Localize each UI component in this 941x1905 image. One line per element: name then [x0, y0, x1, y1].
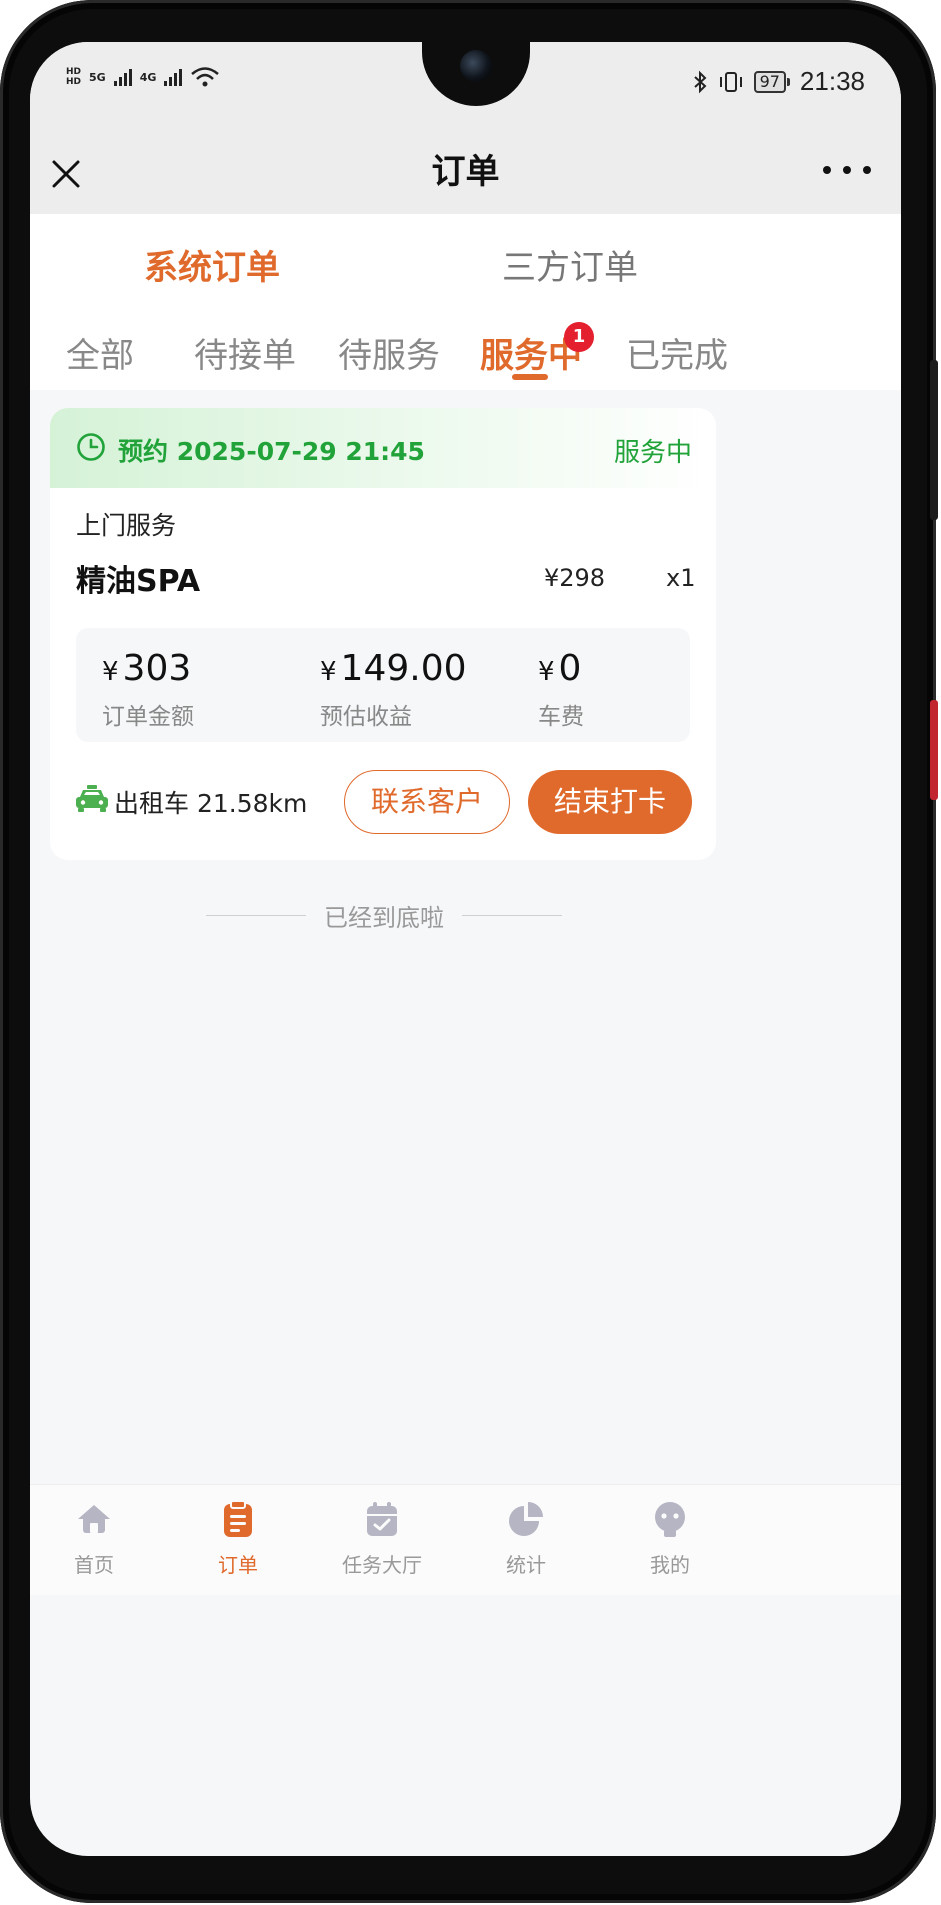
- phone-device: HD HD 5G 4G 97 21:38 订单 系统订单 三方订单 全部 待接单…: [0, 0, 941, 1905]
- phone-screen: HD HD 5G 4G 97 21:38 订单 系统订单 三方订单 全部 待接单…: [30, 42, 901, 1856]
- nav-item-home[interactable]: 首页: [34, 1499, 154, 1578]
- pie-chart-icon: [509, 1502, 543, 1536]
- clock-icon: [77, 433, 105, 461]
- estimated-earnings-value: 149.00: [340, 648, 467, 689]
- home-icon: [78, 1505, 110, 1533]
- order-amount-label: 订单金额: [102, 704, 194, 730]
- appointment-label: 预约: [118, 437, 169, 466]
- travel-distance: 21.58km: [196, 789, 308, 818]
- dot-icon: [823, 166, 831, 174]
- camera-icon: [460, 50, 492, 82]
- clipboard-icon: [224, 1500, 252, 1537]
- nav-item-statistics[interactable]: 统计: [466, 1499, 586, 1578]
- stat-estimated-earnings: ¥149.00 预估收益: [320, 648, 467, 731]
- tab-third-party-orders[interactable]: 三方订单: [502, 240, 638, 289]
- order-card[interactable]: 预约 2025-07-29 21:45 服务中 上门服务 精油SPA ¥298 …: [50, 408, 716, 860]
- tab-all[interactable]: 全部: [66, 328, 134, 377]
- travel-fee-label: 车费: [538, 704, 584, 730]
- order-stats: ¥303 订单金额 ¥149.00 预估收益 ¥0 车费: [76, 628, 690, 742]
- transport-type: 出租车: [114, 789, 190, 818]
- appointment-datetime: 2025-07-29 21:45: [176, 437, 425, 466]
- more-menu-button[interactable]: [823, 166, 871, 178]
- status-time: 21:38: [799, 66, 865, 96]
- divider: [462, 915, 562, 916]
- order-status-tabs: 全部 待接单 待服务 服务中 1 已完成: [30, 304, 901, 390]
- stat-travel-fee: ¥0 车费: [538, 648, 584, 731]
- tab-completed[interactable]: 已完成: [626, 328, 728, 377]
- list-end-text: 已经到底啦: [324, 904, 444, 932]
- nav-label: 任务大厅: [342, 1553, 422, 1577]
- appointment-time: 预约 2025-07-29 21:45: [118, 432, 425, 468]
- profile-icon: [655, 1502, 685, 1537]
- dot-icon: [843, 166, 851, 174]
- calendar-check-icon: [367, 1502, 397, 1536]
- battery-level: 97: [753, 70, 786, 93]
- dot-icon: [863, 166, 871, 174]
- list-end-indicator: 已经到底啦: [206, 898, 562, 933]
- taxi-icon: [76, 785, 108, 812]
- stat-order-amount: ¥303 订单金额: [102, 648, 194, 731]
- tab-pending-service[interactable]: 待服务: [338, 328, 440, 377]
- contact-customer-button[interactable]: 联系客户: [344, 770, 510, 834]
- nav-label: 订单: [218, 1553, 258, 1577]
- order-card-header: 预约 2025-07-29 21:45 服务中: [50, 408, 716, 488]
- network-4g-label: 4G: [139, 70, 157, 84]
- tab-system-orders[interactable]: 系统订单: [144, 240, 280, 289]
- tab-pending-accept[interactable]: 待接单: [194, 328, 296, 377]
- nav-label: 我的: [650, 1553, 690, 1577]
- title-bar: 订单: [30, 122, 901, 214]
- power-button: [930, 360, 938, 520]
- divider: [206, 915, 306, 916]
- nav-item-me[interactable]: 我的: [610, 1499, 730, 1578]
- battery-icon: 97: [753, 70, 790, 93]
- network-5g-label: 5G: [89, 70, 106, 84]
- order-amount-value: 303: [122, 648, 192, 689]
- wifi-icon: [191, 67, 220, 87]
- bottom-navigation: 首页 订单 任务大厅 统计 我的: [30, 1484, 901, 1595]
- estimated-earnings-label: 预估收益: [320, 704, 412, 730]
- order-status: 服务中: [613, 438, 692, 468]
- signal-icon: [113, 68, 132, 86]
- nav-label: 统计: [506, 1553, 546, 1577]
- nav-item-task-hall[interactable]: 任务大厅: [322, 1499, 442, 1578]
- currency-symbol: ¥: [538, 657, 555, 687]
- nav-label: 首页: [74, 1553, 114, 1577]
- transport-info: 出租车 21.58km: [114, 784, 307, 820]
- hd-icon: HD HD: [66, 67, 82, 87]
- active-tab-indicator: [512, 374, 548, 380]
- travel-fee-value: 0: [558, 648, 582, 689]
- service-type: 上门服务: [76, 511, 177, 540]
- service-price: ¥298: [544, 564, 606, 592]
- bluetooth-icon: [693, 70, 707, 93]
- nav-item-orders[interactable]: 订单: [178, 1499, 298, 1578]
- currency-symbol: ¥: [320, 657, 337, 687]
- in-service-count-badge: 1: [564, 322, 594, 352]
- vibrate-icon: [719, 71, 742, 92]
- service-quantity: x1: [666, 564, 696, 592]
- service-name: 精油SPA: [76, 564, 201, 599]
- end-checkin-button[interactable]: 结束打卡: [528, 770, 692, 834]
- status-left: HD HD 5G 4G: [66, 66, 220, 88]
- status-right: 97 21:38: [692, 66, 865, 97]
- order-source-tabs: 系统订单 三方订单: [30, 214, 901, 304]
- volume-button: [930, 700, 938, 800]
- signal-icon: [164, 68, 183, 86]
- currency-symbol: ¥: [102, 657, 119, 687]
- page-title: 订单: [431, 152, 500, 192]
